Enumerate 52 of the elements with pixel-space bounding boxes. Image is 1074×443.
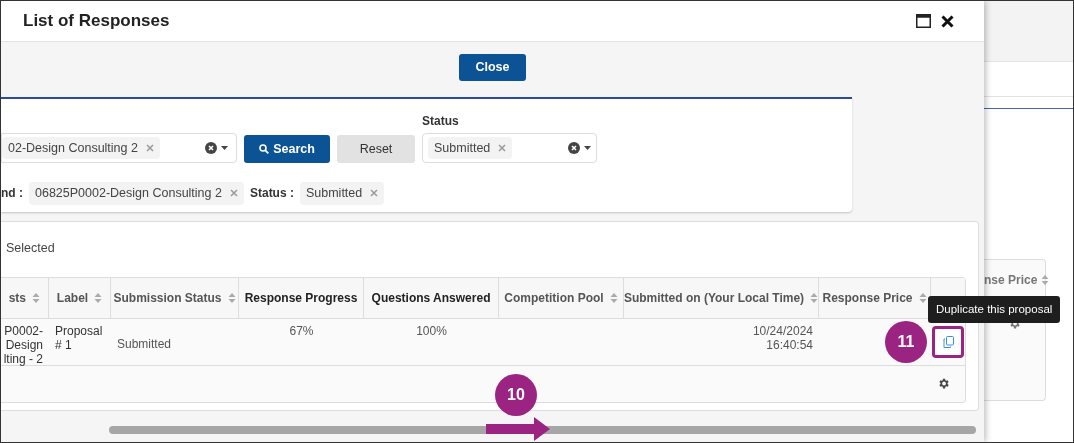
duplicate-button[interactable] [932, 325, 964, 358]
remove-icon[interactable] [145, 144, 154, 152]
arrow-icon [486, 417, 550, 441]
clear-icon[interactable] [205, 142, 217, 154]
remove-icon[interactable] [370, 189, 379, 198]
sort-icon[interactable] [810, 291, 819, 304]
chip-text: Submitted [305, 185, 363, 202]
sort-icon[interactable] [1041, 273, 1050, 286]
chip-text: 02-Design Consulting 2 [8, 139, 138, 157]
chip-text: 06825P0002-Design Consulting 2 [35, 185, 222, 202]
column-header[interactable]: Label [56, 288, 89, 307]
sort-icon[interactable] [609, 291, 618, 304]
table-cell: P0002- Design lting - 2 [3, 323, 43, 366]
clear-icon[interactable] [568, 142, 580, 154]
caret-icon[interactable] [221, 146, 228, 150]
caret-icon[interactable] [584, 146, 591, 150]
sort-icon[interactable] [918, 291, 927, 304]
sort-icon[interactable] [32, 291, 40, 304]
column-header[interactable]: Questions Answered [371, 288, 491, 307]
column-header: nse Price [984, 271, 1038, 289]
scrollbar-thumb[interactable] [109, 426, 976, 434]
search-icon [259, 144, 270, 154]
remove-icon[interactable] [498, 144, 507, 152]
reset-button[interactable]: Reset [337, 135, 415, 163]
tooltip: Duplicate this proposal [928, 296, 1061, 324]
close-button[interactable]: Close [459, 54, 526, 81]
filter-label: nd : [1, 185, 23, 203]
status-select[interactable]: Submitted [422, 133, 597, 163]
column-header[interactable]: Submission Status [113, 288, 222, 307]
status-label: Status [422, 113, 460, 130]
column-header[interactable]: Response Progress [244, 288, 358, 307]
column-header[interactable]: sts [8, 288, 26, 307]
column-header[interactable]: Submitted on (Your Local Time) [623, 288, 805, 307]
close-icon[interactable] [941, 14, 954, 28]
filter-label: Status : [249, 185, 294, 203]
sort-icon[interactable] [227, 291, 236, 304]
column-header[interactable]: Response Price [822, 288, 913, 307]
select-field[interactable]: 02-Design Consulting 2 [1, 133, 237, 163]
remove-icon[interactable] [229, 189, 238, 198]
table-cell: 100% [416, 323, 447, 338]
copy-icon [942, 335, 954, 348]
table-cell: 67% [289, 323, 314, 338]
table-cell: Submitted [117, 337, 172, 352]
maximize-icon[interactable] [916, 14, 931, 28]
dialog-title: List of Responses [23, 10, 170, 33]
column-header[interactable]: Competition Pool [504, 288, 604, 307]
table-cell: 10/24/2024 16:40:54 [752, 323, 813, 352]
chip-text: Submitted [434, 139, 491, 157]
sort-icon[interactable] [94, 291, 103, 304]
search-button[interactable]: Search [244, 135, 330, 163]
selected-text: Selected [5, 240, 56, 257]
table-cell: Proposal # 1 [55, 323, 103, 352]
